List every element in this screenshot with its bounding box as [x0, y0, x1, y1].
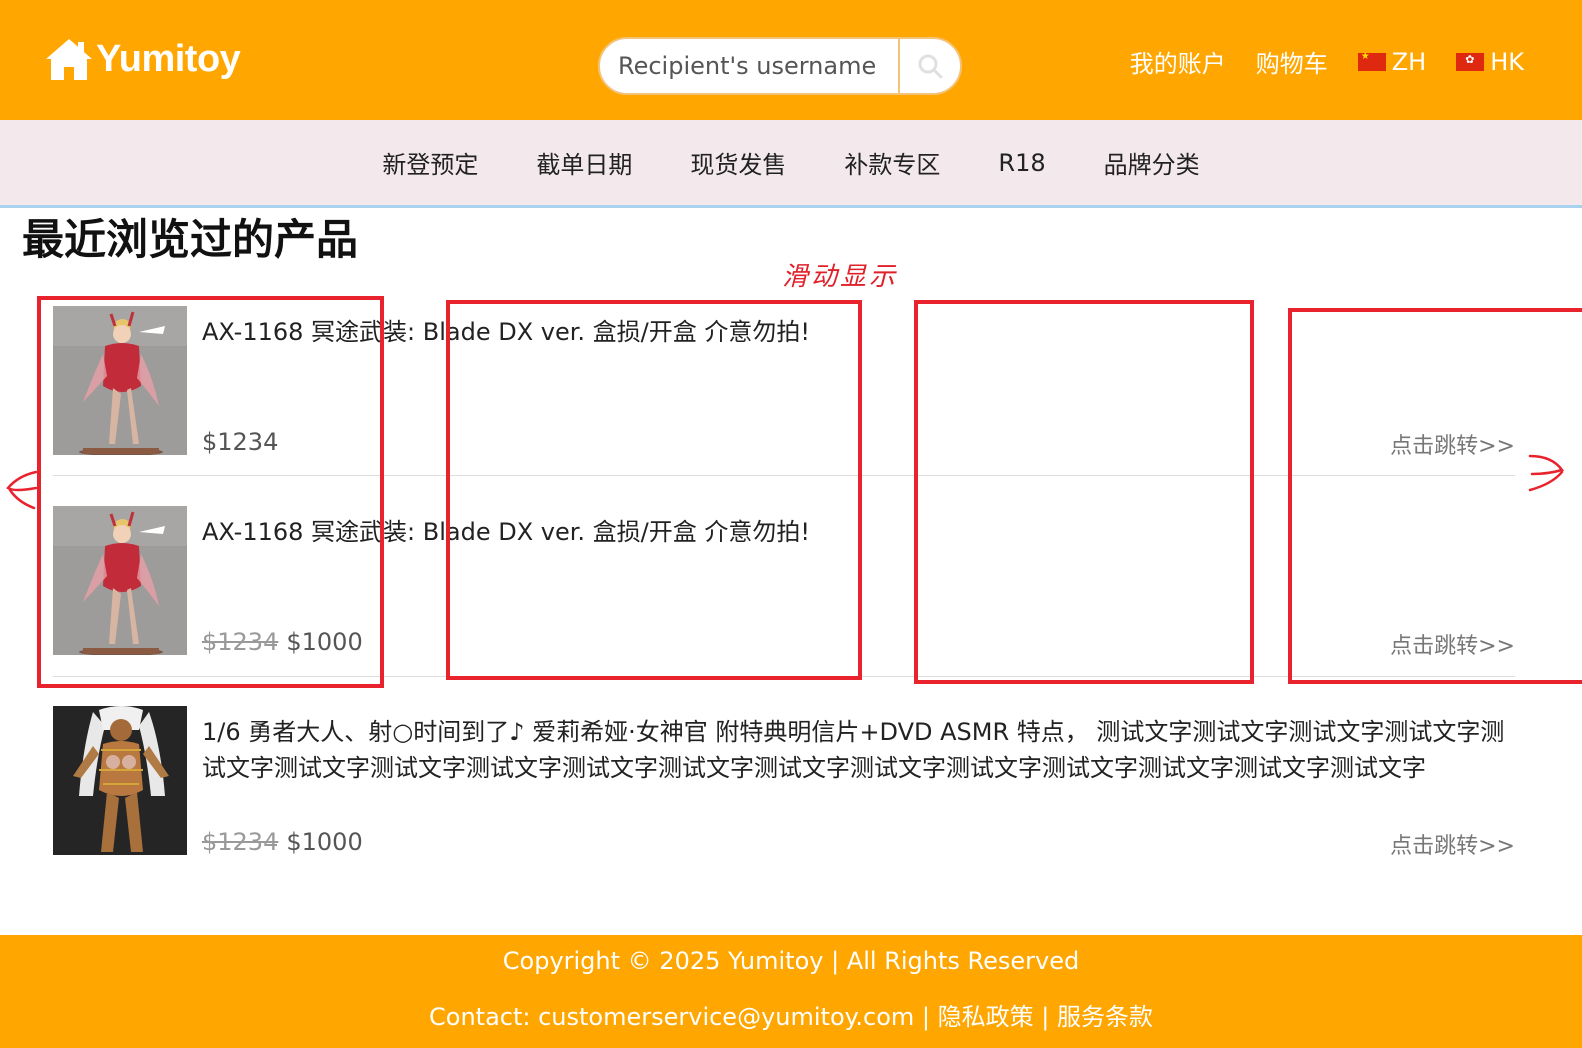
footer-copyright: Copyright © 2025 Yumitoy | All Rights Re… [502, 947, 1080, 975]
product-price: $1234 $1000 [202, 828, 363, 856]
arrow-left-icon[interactable] [4, 466, 40, 514]
nav-item-balance-payment[interactable]: 补款专区 [844, 145, 940, 180]
annotation-label: 滑动显示 [782, 262, 899, 292]
search-input[interactable] [600, 39, 898, 93]
nav-item-new-preorder[interactable]: 新登预定 [382, 145, 478, 180]
search-bar [598, 37, 962, 95]
main-nav: 新登预定 截单日期 现货发售 补款专区 R18 品牌分类 [0, 120, 1582, 208]
lang-hk-link[interactable]: HK [1456, 48, 1524, 76]
header: Yumitoy 我的账户 购物车 ZH HK [0, 0, 1582, 120]
top-links: 我的账户 购物车 ZH HK [1100, 44, 1524, 79]
nav-item-brands[interactable]: 品牌分类 [1104, 145, 1200, 180]
price-original: $1234 [202, 828, 279, 856]
logo[interactable]: Yumitoy [44, 36, 241, 82]
lang-hk-label: HK [1490, 47, 1524, 76]
china-flag-icon [1357, 51, 1386, 71]
search-icon [918, 54, 943, 79]
my-account-link[interactable]: 我的账户 [1130, 44, 1226, 79]
footer-contact[interactable]: Contact: customerservice@yumitoy.com | 隐… [0, 997, 1582, 1032]
nav-item-r18[interactable]: R18 [998, 149, 1045, 177]
goto-link[interactable]: 点击跳转>> [1390, 828, 1515, 860]
footer: Copyright © 2025 Yumitoy | All Rights Re… [0, 935, 1582, 1048]
list-item[interactable]: 1/6 勇者大人、射○时间到了♪ 爱莉希娅·女神官 附特典明信片+DVD ASM… [53, 706, 1515, 906]
hong-kong-flag-icon [1456, 52, 1485, 71]
nav-item-in-stock[interactable]: 现货发售 [690, 145, 786, 180]
home-icon [46, 39, 92, 80]
lang-zh-label: ZH [1391, 47, 1427, 76]
nav-item-deadline[interactable]: 截单日期 [536, 145, 632, 180]
product-title[interactable]: 1/6 勇者大人、射○时间到了♪ 爱莉希娅·女神官 附特典明信片+DVD ASM… [202, 714, 1512, 786]
page-title: 最近浏览过的产品 [22, 215, 359, 264]
logo-text: Yumitoy [96, 37, 241, 80]
arrow-right-icon[interactable] [1524, 448, 1568, 496]
cart-link[interactable]: 购物车 [1256, 44, 1328, 79]
annotation-box [1288, 308, 1582, 684]
price-current: $1000 [286, 828, 363, 856]
lang-zh-link[interactable]: ZH [1357, 47, 1427, 76]
search-button[interactable] [898, 39, 960, 93]
annotation-box [446, 300, 862, 680]
product-image[interactable] [53, 706, 187, 855]
annotation-box [37, 296, 384, 688]
annotation-box [914, 300, 1254, 684]
